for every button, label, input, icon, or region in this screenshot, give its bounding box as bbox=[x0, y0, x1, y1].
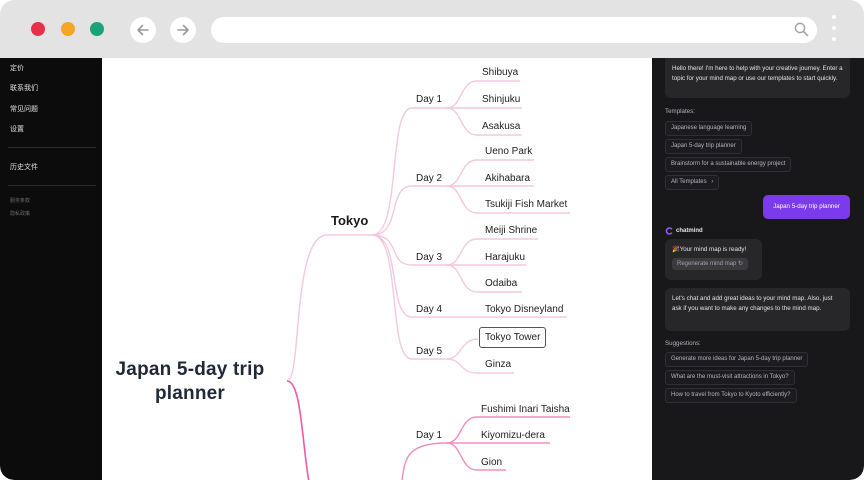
all-templates-label: All Templates bbox=[671, 179, 707, 185]
place-node[interactable]: Gion bbox=[481, 457, 502, 468]
browser-toolbar bbox=[0, 0, 864, 58]
suggestion-chip[interactable]: How to travel from Tokyo to Kyoto effici… bbox=[665, 388, 797, 403]
sidebar-divider bbox=[8, 147, 96, 148]
maximize-window-button[interactable] bbox=[90, 22, 104, 36]
place-node[interactable]: Akihabara bbox=[485, 173, 530, 184]
regenerate-label: Regenerate mind map bbox=[677, 261, 737, 267]
place-node[interactable]: Tokyo Disneyland bbox=[485, 304, 563, 315]
mindmap-branches bbox=[286, 80, 570, 480]
refresh-icon: ↻ bbox=[738, 261, 744, 267]
search-icon[interactable] bbox=[794, 22, 809, 37]
app-sidebar: 定价 联系我们 常见问题 设置 历史文件 服务条款 隐私政策 bbox=[0, 58, 102, 480]
place-node[interactable]: Harajuku bbox=[485, 252, 525, 263]
place-node[interactable]: Odaiba bbox=[485, 278, 517, 289]
ready-message: 🎉Your mind map is ready! Regenerate mind… bbox=[665, 239, 762, 280]
template-chip[interactable]: Japanese language learning bbox=[665, 121, 753, 136]
close-window-button[interactable] bbox=[31, 22, 45, 36]
all-templates-button[interactable]: All Templates › bbox=[665, 175, 720, 190]
browser-window: 定价 联系我们 常见问题 设置 历史文件 服务条款 隐私政策 Japan 5-d… bbox=[0, 0, 864, 480]
sidebar-divider bbox=[8, 185, 96, 186]
sidebar-item-settings[interactable]: 设置 bbox=[10, 124, 24, 134]
forward-button[interactable] bbox=[170, 17, 196, 43]
place-node[interactable]: Tsukiji Fish Market bbox=[485, 199, 567, 210]
ready-text: 🎉Your mind map is ready! bbox=[672, 246, 747, 253]
place-node[interactable]: Ueno Park bbox=[485, 146, 532, 157]
suggestions-label: Suggestions: bbox=[665, 340, 701, 347]
minimize-window-button[interactable] bbox=[61, 22, 75, 36]
place-node-selected[interactable]: Tokyo Tower bbox=[479, 327, 547, 348]
arrow-left-icon bbox=[137, 24, 149, 36]
kyoto-branches bbox=[401, 416, 570, 480]
day-node[interactable]: Day 4 bbox=[416, 304, 442, 315]
chatmind-logo-icon bbox=[665, 227, 673, 235]
regenerate-button[interactable]: Regenerate mind map ↻ bbox=[672, 258, 749, 270]
day-node[interactable]: Day 5 bbox=[416, 346, 442, 357]
sidebar-item-history[interactable]: 历史文件 bbox=[10, 162, 38, 172]
templates-label: Templates: bbox=[665, 108, 695, 115]
day-node[interactable]: Day 1 bbox=[416, 94, 442, 105]
chevron-right-icon: › bbox=[711, 179, 714, 185]
place-node[interactable]: Kiyomizu-dera bbox=[481, 430, 545, 441]
city-node-tokyo[interactable]: Tokyo bbox=[331, 213, 368, 228]
user-message: Japan 5-day trip planner bbox=[763, 195, 850, 219]
privacy-link[interactable]: 隐私政策 bbox=[10, 210, 30, 217]
brand-name: chatmind bbox=[676, 228, 703, 234]
place-node[interactable]: Meiji Shrine bbox=[485, 225, 537, 236]
sidebar-item-faq[interactable]: 常见问题 bbox=[10, 104, 38, 114]
template-chip[interactable]: Brainstorm for a sustainable energy proj… bbox=[665, 157, 792, 172]
page-viewport: 定价 联系我们 常见问题 设置 历史文件 服务条款 隐私政策 Japan 5-d… bbox=[0, 58, 864, 480]
more-menu-button[interactable] bbox=[831, 15, 837, 45]
place-node[interactable]: Ginza bbox=[485, 359, 511, 370]
sidebar-item-pricing[interactable]: 定价 bbox=[10, 63, 24, 73]
terms-link[interactable]: 服务条款 bbox=[10, 197, 30, 204]
suggestion-chip[interactable]: What are the must-visit attractions in T… bbox=[665, 370, 795, 385]
day-node[interactable]: Day 1 bbox=[416, 430, 442, 441]
place-node[interactable]: Asakusa bbox=[482, 121, 520, 132]
suggestion-chip[interactable]: Generate more ideas for Japan 5-day trip… bbox=[665, 352, 809, 367]
place-node[interactable]: Fushimi Inari Taisha bbox=[481, 404, 570, 415]
followup-message: Let's chat and add great ideas to your m… bbox=[665, 288, 850, 331]
welcome-message: Hello there! I'm here to help with your … bbox=[665, 58, 850, 98]
day-node[interactable]: Day 3 bbox=[416, 252, 442, 263]
back-button[interactable] bbox=[130, 17, 156, 43]
assistant-brand: chatmind bbox=[665, 226, 703, 236]
mindmap-canvas[interactable]: Japan 5-day trip planner Tokyo Day 1 Shi… bbox=[102, 58, 652, 480]
root-node[interactable]: Japan 5-day trip planner bbox=[102, 358, 300, 406]
sidebar-item-contact[interactable]: 联系我们 bbox=[10, 83, 38, 93]
day-node[interactable]: Day 2 bbox=[416, 173, 442, 184]
template-chip[interactable]: Japan 5-day trip planner bbox=[665, 139, 742, 154]
place-node[interactable]: Shibuya bbox=[482, 67, 518, 78]
place-node[interactable]: Shinjuku bbox=[482, 94, 520, 105]
arrow-right-icon bbox=[177, 24, 189, 36]
address-bar[interactable] bbox=[211, 17, 817, 43]
